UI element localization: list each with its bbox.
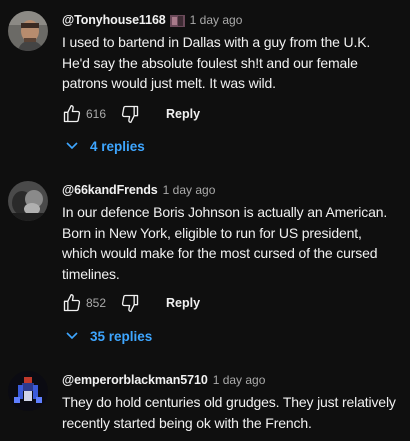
comment-text-line: He'd say the absolute foulest sh!t and o…: [62, 54, 358, 71]
comment-text: In our defence Boris Johnson is actually…: [62, 202, 407, 284]
chevron-down-icon: [66, 142, 78, 150]
thumbs-down-icon: [121, 294, 139, 312]
thumbs-down-icon: [121, 105, 139, 124]
reply-button[interactable]: Reply: [166, 107, 200, 121]
comment-text: I used to bartend in Dallas with a guy f…: [62, 32, 407, 94]
like-button[interactable]: [62, 293, 82, 313]
replies-count-label: 4 replies: [90, 138, 145, 154]
thumbs-up-icon: [63, 294, 81, 312]
like-button[interactable]: [62, 104, 82, 124]
comment-author[interactable]: @66kandFrends: [62, 183, 158, 197]
comment-text-line: They do hold centuries old grudges. They…: [62, 394, 396, 410]
comment-text-line: Born in New York, eligible to run for US…: [62, 224, 362, 241]
comment-text-line: patrons would just melt. It was wild.: [62, 75, 276, 91]
dislike-button[interactable]: [120, 293, 140, 313]
chevron-down-icon: [66, 332, 78, 340]
comment-text-line: In our defence Boris Johnson is actually…: [62, 204, 388, 220]
reply-button[interactable]: Reply: [166, 296, 200, 310]
comment-text-line: timelines.: [62, 265, 120, 282]
comment-text-line: recently started being ok with the Frenc…: [62, 414, 312, 431]
avatar[interactable]: [8, 11, 48, 51]
thumbs-up-icon: [63, 105, 81, 123]
view-replies-button[interactable]: 35 replies: [66, 326, 152, 346]
like-count: 852: [86, 296, 107, 310]
comment-timestamp[interactable]: 1 day ago: [163, 183, 216, 197]
comment-text-line: I used to bartend in Dallas with a guy f…: [62, 34, 371, 50]
comment-author[interactable]: @Tonyhouse1168: [62, 13, 166, 27]
comment-author[interactable]: @emperorblackman5710: [62, 373, 208, 387]
avatar[interactable]: [8, 371, 48, 411]
avatar[interactable]: [8, 181, 48, 221]
user-badge-icon: [169, 14, 185, 27]
view-replies-button[interactable]: 4 replies: [66, 136, 145, 156]
replies-count-label: 35 replies: [90, 328, 153, 344]
like-count: 616: [86, 107, 107, 121]
dislike-button[interactable]: [120, 104, 140, 124]
comment-timestamp[interactable]: 1 day ago: [213, 373, 266, 387]
comment-text: They do hold centuries old grudges. They…: [62, 392, 407, 433]
comment-timestamp[interactable]: 1 day ago: [190, 13, 243, 27]
comment-text-line: which would make for the most cursed of …: [62, 245, 378, 261]
